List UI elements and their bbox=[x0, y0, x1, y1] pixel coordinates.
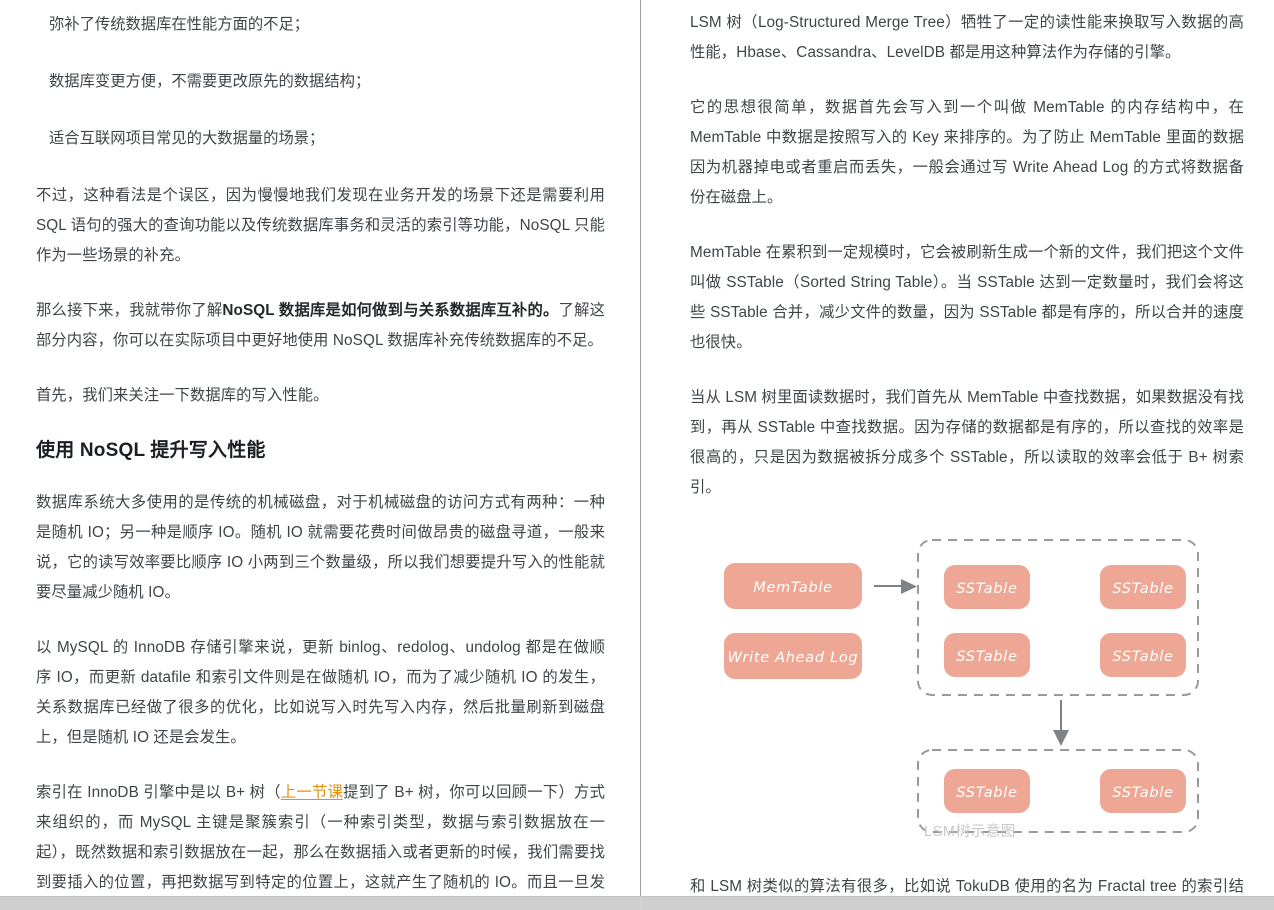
left-page-column[interactable]: 弥补了传统数据库在性能方面的不足； 数据库变更方便，不需要更改原先的数据结构； … bbox=[0, 0, 641, 895]
write-ahead-log-node-label: Write Ahead Log bbox=[728, 650, 859, 666]
column-divider bbox=[640, 0, 641, 896]
paragraph: 索引在 InnoDB 引擎中是以 B+ 树（上一节课提到了 B+ 树，你可以回顾… bbox=[36, 778, 605, 895]
sstable-node-label: SSTable bbox=[1112, 785, 1173, 801]
sstable-node-label: SSTable bbox=[956, 649, 1017, 665]
paragraph: 那么接下来，我就带你了解NoSQL 数据库是如何做到与关系数据库互补的。了解这部… bbox=[36, 296, 605, 356]
paragraph: 它的思想很简单，数据首先会写入到一个叫做 MemTable 的内存结构中，在 M… bbox=[690, 99, 1244, 206]
paragraph: 和 LSM 树类似的算法有很多，比如说 TokuDB 使用的名为 Fractal… bbox=[690, 878, 1244, 895]
scrollbar-thumb-left[interactable] bbox=[0, 897, 640, 910]
document-page: 弥补了传统数据库在性能方面的不足； 数据库变更方便，不需要更改原先的数据结构； … bbox=[0, 0, 1274, 910]
list-item: 弥补了传统数据库在性能方面的不足； bbox=[49, 16, 310, 33]
sstable-node-label: SSTable bbox=[1112, 649, 1173, 665]
paragraph-text: 那么接下来，我就带你了解 bbox=[36, 302, 223, 319]
sstable-node-label: SSTable bbox=[956, 581, 1017, 597]
list-item: 适合互联网项目常见的大数据量的场景； bbox=[49, 130, 325, 147]
paragraph: 当从 LSM 树里面读数据时，我们首先从 MemTable 中查找数据，如果数据… bbox=[690, 389, 1244, 496]
paragraph: 以 MySQL 的 InnoDB 存储引擎来说，更新 binlog、redolo… bbox=[36, 639, 605, 746]
list-item: 数据库变更方便，不需要更改原先的数据结构； bbox=[49, 73, 371, 90]
figure-caption: LSM树示意图 bbox=[923, 824, 1016, 840]
paragraph-text: 索引在 InnoDB 引擎中是以 B+ 树（ bbox=[36, 784, 281, 801]
horizontal-scrollbar[interactable] bbox=[0, 896, 1274, 910]
paragraph: 不过，这种看法是个误区，因为慢慢地我们发现在业务开发的场景下还是需要利用 SQL… bbox=[36, 187, 605, 264]
memtable-to-sstable-arrowhead bbox=[901, 579, 917, 594]
bold-phrase: NoSQL 数据库是如何做到与关系数据库互补的。 bbox=[222, 302, 559, 319]
section-heading: 使用 NoSQL 提升写入性能 bbox=[36, 440, 266, 461]
merge-arrowhead bbox=[1053, 730, 1069, 746]
sstable-node-label: SSTable bbox=[956, 785, 1017, 801]
right-column-content: LSM 树（Log-Structured Merge Tree）牺牲了一定的读性… bbox=[642, 0, 1274, 895]
lsm-tree-diagram-svg: MemTable Write Ahead Log SSTable SSTable… bbox=[724, 539, 1199, 833]
left-column-content: 弥补了传统数据库在性能方面的不足； 数据库变更方便，不需要更改原先的数据结构； … bbox=[0, 0, 641, 895]
paragraph: LSM 树（Log-Structured Merge Tree）牺牲了一定的读性… bbox=[690, 14, 1244, 61]
scrollbar-thumb-right[interactable] bbox=[642, 897, 1274, 910]
paragraph: MemTable 在累积到一定规模时，它会被刷新生成一个新的文件，我们把这个文件… bbox=[690, 244, 1244, 351]
previous-lesson-link[interactable]: 上一节课 bbox=[281, 784, 343, 801]
lsm-tree-figure: MemTable Write Ahead Log SSTable SSTable… bbox=[690, 528, 1250, 846]
memtable-node-label: MemTable bbox=[753, 580, 833, 596]
paragraph: 数据库系统大多使用的是传统的机械磁盘，对于机械磁盘的访问方式有两种：一种是随机 … bbox=[36, 494, 605, 601]
sstable-node-label: SSTable bbox=[1112, 581, 1173, 597]
paragraph: 首先，我们来关注一下数据库的写入性能。 bbox=[36, 387, 329, 404]
right-page-column[interactable]: LSM 树（Log-Structured Merge Tree）牺牲了一定的读性… bbox=[642, 0, 1274, 895]
